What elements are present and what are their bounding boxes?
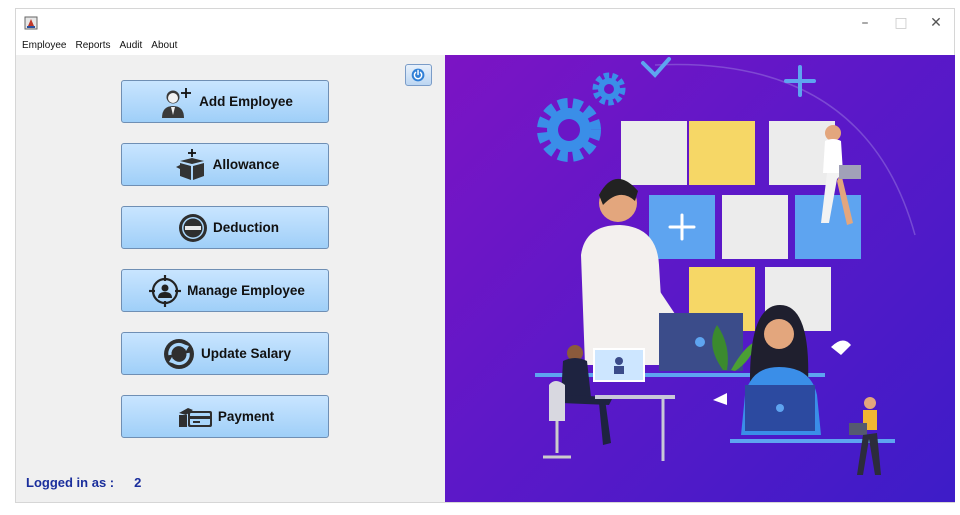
plus-icon (784, 65, 816, 97)
check-icon (641, 57, 671, 78)
update-salary-label: Update Salary (200, 346, 292, 361)
logged-in-user-id: 2 (134, 475, 142, 490)
team-work-illustration (535, 57, 916, 475)
deduction-label: Deduction (213, 220, 279, 235)
gift-box-icon (175, 148, 204, 180)
hero-illustration-panel (445, 55, 955, 502)
app-window: – □ ✕ Employee Reports Audit About Add E… (15, 8, 955, 503)
add-employee-label: Add Employee (199, 94, 293, 109)
small-man-with-laptop-figure (849, 397, 881, 475)
card-hand-icon (178, 407, 212, 427)
small-gear-icon (592, 72, 626, 106)
menu-audit[interactable]: Audit (113, 37, 145, 51)
navigation-panel: Add Employee Allowance Deduction Manage … (16, 55, 445, 502)
add-user-icon (162, 87, 192, 118)
payment-button[interactable]: Payment (121, 395, 329, 438)
logout-button[interactable] (405, 64, 432, 86)
allowance-label: Allowance (212, 157, 280, 172)
menu-employee[interactable]: Employee (16, 37, 69, 51)
add-employee-button[interactable]: Add Employee (121, 80, 329, 123)
allowance-button[interactable]: Allowance (121, 143, 329, 186)
update-salary-button[interactable]: Update Salary (121, 332, 329, 375)
deduction-button[interactable]: Deduction (121, 206, 329, 249)
menu-reports[interactable]: Reports (69, 37, 113, 51)
login-status: Logged in as : 2 (26, 475, 141, 490)
menu-bar: Employee Reports Audit About (16, 37, 954, 55)
menu-about[interactable]: About (145, 37, 180, 51)
java-app-icon (24, 16, 38, 30)
manage-employee-label: Manage Employee (187, 283, 305, 298)
logged-in-label: Logged in as : (26, 475, 115, 490)
maximize-button[interactable]: □ (884, 12, 918, 34)
target-user-icon (149, 274, 182, 307)
power-icon (411, 68, 425, 82)
large-gear-icon (537, 98, 601, 162)
refresh-icon (163, 338, 194, 369)
monitor-icon (593, 348, 645, 382)
minimize-button[interactable]: – (848, 12, 882, 34)
close-button[interactable]: ✕ (919, 12, 953, 34)
payment-label: Payment (217, 409, 275, 424)
manage-employee-button[interactable]: Manage Employee (121, 269, 329, 312)
title-bar: – □ ✕ (16, 9, 954, 37)
laptop-icon (659, 313, 743, 371)
minus-circle-icon (179, 213, 207, 242)
